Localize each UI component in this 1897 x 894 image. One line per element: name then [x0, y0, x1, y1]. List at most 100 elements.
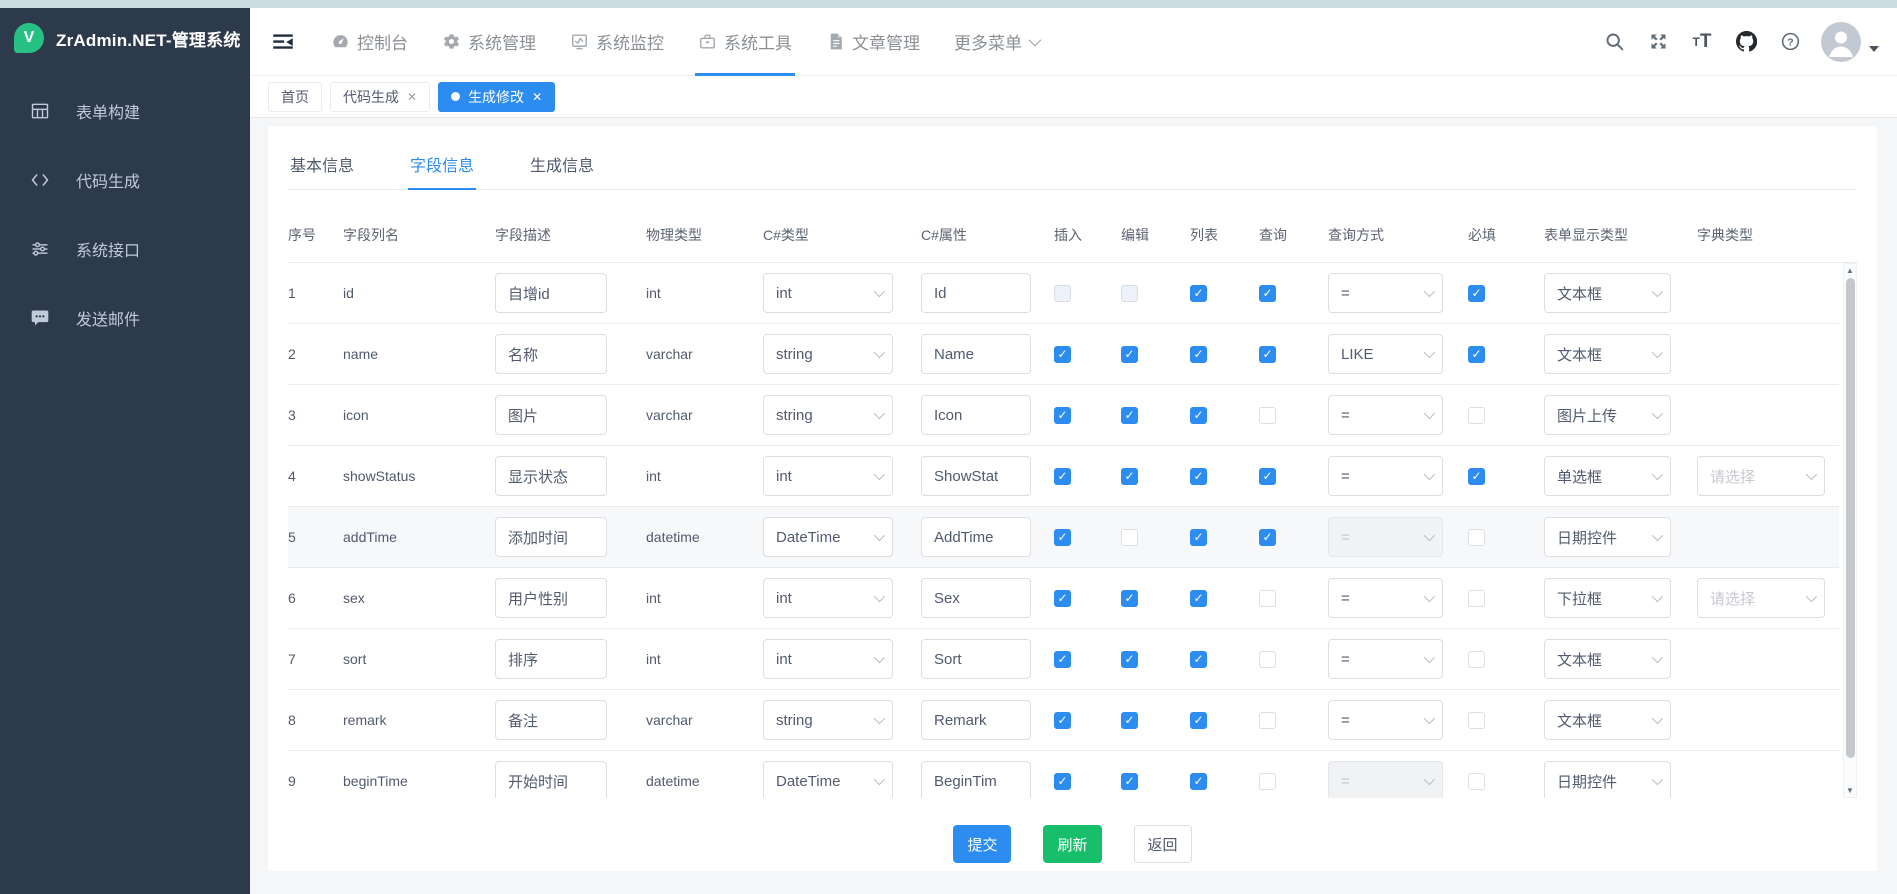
edit-checkbox[interactable]: ✓ [1121, 468, 1138, 485]
query-checkbox[interactable] [1259, 407, 1276, 424]
query-type-select[interactable]: = [1328, 517, 1443, 557]
query-checkbox[interactable] [1259, 712, 1276, 729]
edit-checkbox[interactable]: ✓ [1121, 712, 1138, 729]
required-checkbox[interactable] [1468, 529, 1485, 546]
list-checkbox[interactable]: ✓ [1190, 346, 1207, 363]
field-desc-input[interactable]: 排序 [495, 639, 607, 679]
cs-type-select[interactable]: DateTime [763, 517, 893, 557]
edit-checkbox[interactable]: ✓ [1121, 590, 1138, 607]
query-type-select[interactable]: = [1328, 700, 1443, 740]
list-checkbox[interactable]: ✓ [1190, 773, 1207, 790]
list-checkbox[interactable]: ✓ [1190, 651, 1207, 668]
query-type-select[interactable]: = [1328, 639, 1443, 679]
user-menu-caret[interactable] [1869, 46, 1879, 52]
help-button[interactable]: ? [1773, 25, 1807, 59]
nav-item-more-menu[interactable]: 更多菜单 [937, 8, 1055, 76]
insert-checkbox[interactable]: ✓ [1054, 529, 1071, 546]
sidebar-item-code-generation[interactable]: 代码生成 [0, 145, 250, 214]
required-checkbox[interactable] [1468, 407, 1485, 424]
insert-checkbox[interactable]: ✓ [1054, 773, 1071, 790]
github-button[interactable] [1729, 25, 1763, 59]
query-checkbox[interactable] [1259, 590, 1276, 607]
tag-home[interactable]: 首页 [268, 82, 322, 112]
cs-type-select[interactable]: int [763, 578, 893, 618]
display-type-select[interactable]: 文本框 [1544, 700, 1671, 740]
refresh-button[interactable]: 刷新 [1043, 825, 1101, 863]
cs-type-select[interactable]: string [763, 334, 893, 374]
sidebar-collapse-button[interactable] [270, 29, 296, 55]
list-checkbox[interactable]: ✓ [1190, 712, 1207, 729]
table-scrollbar[interactable]: ▲ ▼ [1843, 263, 1857, 798]
display-type-select[interactable]: 文本框 [1544, 273, 1671, 313]
display-type-select[interactable]: 下拉框 [1544, 578, 1671, 618]
nav-item-system-tools[interactable]: 系统工具 [681, 8, 809, 76]
query-type-select[interactable]: = [1328, 395, 1443, 435]
nav-item-article-admin[interactable]: 文章管理 [809, 8, 937, 76]
cs-prop-input[interactable]: Remark [921, 700, 1031, 740]
edit-checkbox[interactable]: ✓ [1121, 773, 1138, 790]
tag-code-generation[interactable]: 代码生成 ✕ [330, 82, 430, 112]
list-checkbox[interactable]: ✓ [1190, 285, 1207, 302]
query-checkbox[interactable]: ✓ [1259, 529, 1276, 546]
scroll-down-icon[interactable]: ▼ [1844, 784, 1856, 797]
sidebar-item-form-builder[interactable]: 表单构建 [0, 76, 250, 145]
cs-type-select[interactable]: string [763, 395, 893, 435]
query-type-select[interactable]: = [1328, 578, 1443, 618]
query-type-select[interactable]: = [1328, 456, 1443, 496]
nav-item-dashboard[interactable]: 控制台 [314, 8, 425, 76]
insert-checkbox[interactable]: ✓ [1054, 407, 1071, 424]
close-icon[interactable]: ✕ [407, 90, 417, 104]
display-type-select[interactable]: 单选框 [1544, 456, 1671, 496]
field-desc-input[interactable]: 用户性别 [495, 578, 607, 618]
query-checkbox[interactable]: ✓ [1259, 346, 1276, 363]
required-checkbox[interactable]: ✓ [1468, 346, 1485, 363]
nav-item-system-monitor[interactable]: 系统监控 [553, 8, 681, 76]
edit-checkbox[interactable]: ✓ [1121, 651, 1138, 668]
cs-prop-input[interactable]: Sex [921, 578, 1031, 618]
cs-type-select[interactable]: int [763, 639, 893, 679]
tag-generate-edit[interactable]: 生成修改 ✕ [438, 82, 555, 112]
cs-type-select[interactable]: int [763, 273, 893, 313]
scroll-up-icon[interactable]: ▲ [1844, 264, 1856, 277]
display-type-select[interactable]: 日期控件 [1544, 517, 1671, 557]
cs-prop-input[interactable]: Icon [921, 395, 1031, 435]
app-logo[interactable]: V ZrAdmin.NET-管理系统 [0, 8, 250, 68]
tab-basic-info[interactable]: 基本信息 [288, 142, 356, 189]
cs-type-select[interactable]: string [763, 700, 893, 740]
tab-generate-info[interactable]: 生成信息 [528, 142, 596, 189]
query-checkbox[interactable] [1259, 651, 1276, 668]
field-desc-input[interactable]: 开始时间 [495, 761, 607, 798]
cs-prop-input[interactable]: AddTime [921, 517, 1031, 557]
cs-prop-input[interactable]: BeginTim [921, 761, 1031, 798]
sidebar-item-system-api[interactable]: 系统接口 [0, 214, 250, 283]
required-checkbox[interactable] [1468, 590, 1485, 607]
avatar[interactable] [1821, 22, 1861, 62]
display-type-select[interactable]: 文本框 [1544, 639, 1671, 679]
scrollbar-thumb[interactable] [1846, 278, 1855, 758]
cs-prop-input[interactable]: ShowStat [921, 456, 1031, 496]
edit-checkbox[interactable]: ✓ [1121, 346, 1138, 363]
query-checkbox[interactable] [1259, 773, 1276, 790]
list-checkbox[interactable]: ✓ [1190, 590, 1207, 607]
display-type-select[interactable]: 文本框 [1544, 334, 1671, 374]
close-icon[interactable]: ✕ [532, 90, 542, 104]
field-desc-input[interactable]: 显示状态 [495, 456, 607, 496]
query-type-select[interactable]: = [1328, 761, 1443, 798]
list-checkbox[interactable]: ✓ [1190, 407, 1207, 424]
insert-checkbox[interactable]: ✓ [1054, 346, 1071, 363]
required-checkbox[interactable]: ✓ [1468, 285, 1485, 302]
dict-type-select[interactable]: 请选择 [1697, 456, 1825, 496]
insert-checkbox[interactable]: ✓ [1054, 651, 1071, 668]
edit-checkbox[interactable] [1121, 529, 1138, 546]
cs-type-select[interactable]: int [763, 456, 893, 496]
field-desc-input[interactable]: 添加时间 [495, 517, 607, 557]
required-checkbox[interactable]: ✓ [1468, 468, 1485, 485]
list-checkbox[interactable]: ✓ [1190, 529, 1207, 546]
font-size-button[interactable]: TT [1685, 25, 1719, 59]
required-checkbox[interactable] [1468, 773, 1485, 790]
edit-checkbox[interactable]: ✓ [1121, 407, 1138, 424]
submit-button[interactable]: 提交 [953, 825, 1011, 863]
query-checkbox[interactable]: ✓ [1259, 285, 1276, 302]
fullscreen-button[interactable] [1641, 25, 1675, 59]
back-button[interactable]: 返回 [1134, 825, 1192, 863]
